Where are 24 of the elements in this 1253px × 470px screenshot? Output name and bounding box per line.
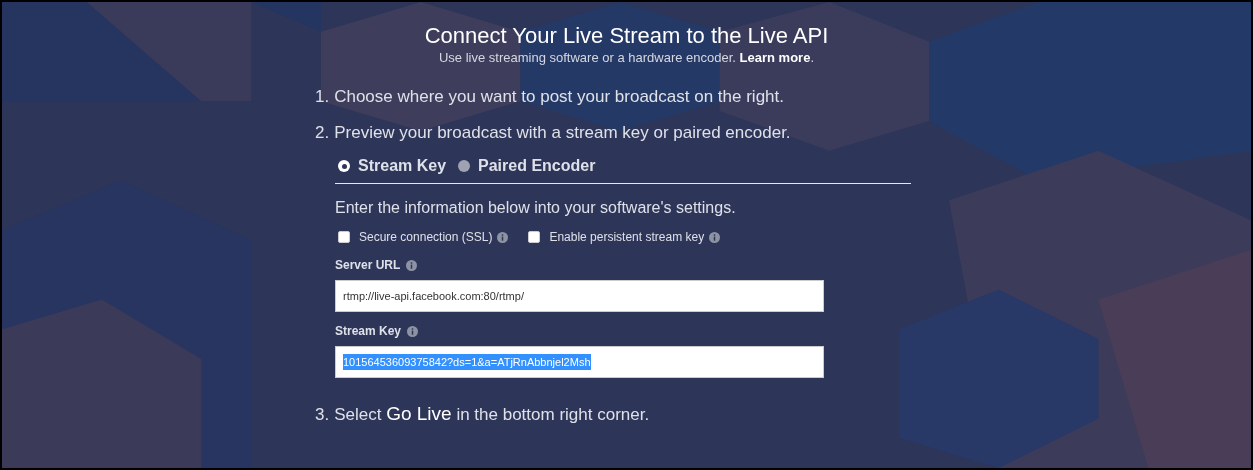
info-icon[interactable]: [406, 259, 418, 271]
checkbox[interactable]: [338, 231, 350, 243]
step-number: 2.: [315, 122, 330, 144]
info-icon[interactable]: [709, 231, 721, 243]
field-label: Stream Key: [335, 323, 402, 340]
checkbox-label: Secure connection (SSL): [359, 229, 493, 246]
field-value: rtmp://live-api.facebook.com:80/rtmp/: [343, 288, 524, 304]
field-value: 10156453609375842?ds=1&a=ATjRnAbbnjel2Msh: [343, 353, 591, 371]
text-field[interactable]: rtmp://live-api.facebook.com:80/rtmp/: [335, 280, 824, 312]
checkbox[interactable]: [528, 231, 541, 243]
step-number: 3.: [315, 404, 330, 426]
mode-radio[interactable]: Stream Key: [338, 154, 447, 178]
instructions: Enter the information below into your software's settings.: [335, 198, 737, 218]
info-icon[interactable]: [407, 325, 419, 337]
info-icon[interactable]: [497, 231, 509, 243]
mode-radio[interactable]: Paired Encoder: [458, 154, 596, 178]
step-number: 1.: [315, 86, 330, 108]
step-text: Choose where you want to post your broadcast on the right.: [334, 86, 784, 108]
step-text: Preview your broadcast with a stream key or paired encoder.: [334, 122, 791, 144]
subtitle: Use live streaming software or a hardware encoder. Learn more.: [439, 50, 814, 66]
page-title: Connect Your Live Stream to the Live API: [424, 22, 829, 50]
step-text: Select Go Live in the bottom right corner.: [334, 402, 650, 426]
field-label: Server URL: [335, 257, 401, 274]
checkbox-label: Enable persistent stream key: [549, 229, 705, 246]
